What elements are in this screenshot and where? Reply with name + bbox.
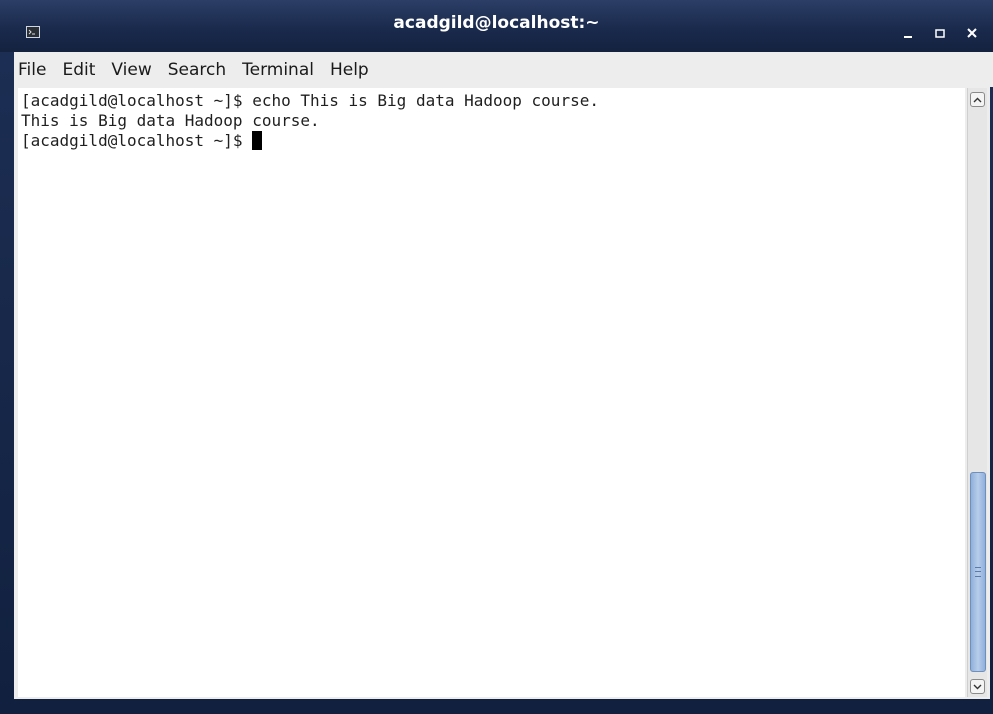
terminal-frame: [acadgild@localhost ~]$ echo This is Big… — [14, 87, 990, 699]
menu-search[interactable]: Search — [160, 60, 234, 80]
menu-bar: File Edit View Search Terminal Help — [14, 52, 993, 87]
terminal-window: acadgild@localhost:~ File Edit View Sear… — [0, 0, 993, 714]
text-cursor — [252, 131, 263, 150]
menu-view[interactable]: View — [103, 60, 159, 80]
scroll-down-button[interactable] — [970, 679, 985, 694]
menu-file[interactable]: File — [14, 60, 54, 80]
minimize-icon[interactable] — [901, 26, 915, 40]
terminal-line: This is Big data Hadoop course. — [21, 111, 320, 130]
chevron-up-icon — [973, 97, 982, 102]
menu-help[interactable]: Help — [322, 60, 377, 80]
window-title: acadgild@localhost:~ — [393, 13, 600, 33]
scroll-up-button[interactable] — [970, 92, 985, 107]
terminal-output[interactable]: [acadgild@localhost ~]$ echo This is Big… — [18, 88, 965, 697]
terminal-prompt-line: [acadgild@localhost ~]$ — [21, 131, 965, 151]
chevron-down-icon — [973, 684, 982, 689]
title-bar[interactable]: acadgild@localhost:~ — [0, 0, 993, 52]
maximize-icon[interactable] — [933, 26, 947, 40]
terminal-line: [acadgild@localhost ~]$ echo This is Big… — [21, 91, 599, 110]
close-icon[interactable] — [965, 26, 979, 40]
menu-terminal[interactable]: Terminal — [234, 60, 322, 80]
scrollbar-thumb[interactable] — [970, 472, 986, 672]
menu-edit[interactable]: Edit — [54, 60, 103, 80]
grip-icon — [975, 567, 981, 577]
vertical-scrollbar[interactable] — [967, 88, 987, 697]
terminal-prompt: [acadgild@localhost ~]$ — [21, 131, 253, 150]
window-controls — [901, 22, 979, 44]
